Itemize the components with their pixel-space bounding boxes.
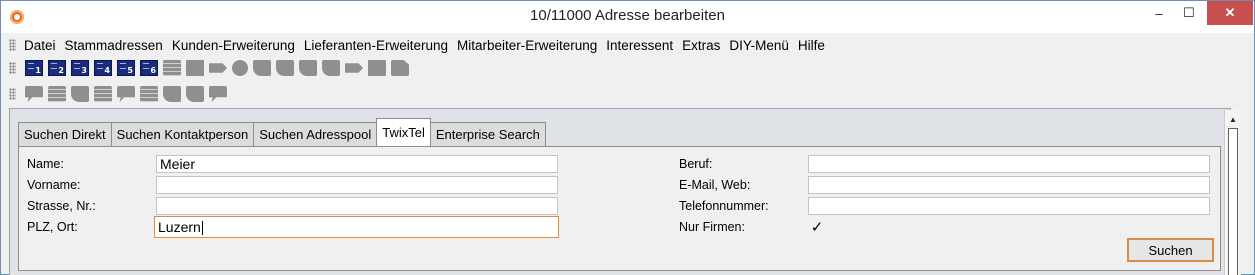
plz-ort-field[interactable]: Luzern [154,216,559,238]
telefonnummer-label: Telefonnummer: [679,199,769,213]
name-label: Name: [27,157,64,171]
bubble-icon[interactable] [117,86,135,102]
menu-lieferanten-erweiterung[interactable]: Lieferanten-Erweiterung [300,38,453,53]
toolbar-grip-icon[interactable] [9,88,16,100]
menu-interessent[interactable]: Interessent [602,38,678,53]
address-book-2-icon[interactable]: 2 [48,60,66,76]
search-tabs: Suchen Direkt Suchen Kontaktperson Suche… [18,118,546,146]
menu-kunden-erweiterung[interactable]: Kunden-Erweiterung [168,38,300,53]
search-button[interactable]: Suchen [1127,238,1214,262]
menu-bar: Datei Stammadressen Kunden-Erweiterung L… [9,34,830,56]
menu-diy-menu[interactable]: DIY-Menü [725,38,794,53]
app-window: 10/11000 Adresse bearbeiten – ☐ ✕ Datei … [0,0,1255,275]
text-caret [201,221,203,236]
export-icon[interactable] [345,63,363,73]
plz-ort-value: Luzern [158,219,201,235]
nur-firmen-label: Nur Firmen: [679,220,745,234]
tab-suchen-adresspool[interactable]: Suchen Adresspool [253,122,378,146]
printer-icon[interactable] [163,60,181,76]
tab-suchen-kontaktperson[interactable]: Suchen Kontaktperson [110,122,255,146]
plz-ort-label: PLZ, Ort: [27,220,78,234]
nur-firmen-checkbox[interactable]: ✓ [809,220,825,236]
maximize-button[interactable]: ☐ [1174,1,1204,25]
menubar-grip-icon[interactable] [9,39,16,51]
title-bar: 10/11000 Adresse bearbeiten – ☐ ✕ [1,1,1254,33]
tag-icon[interactable] [209,86,227,102]
menu-hilfe[interactable]: Hilfe [794,38,830,53]
telefonnummer-field[interactable] [808,197,1210,215]
list-icon[interactable] [140,86,158,102]
mail-icon[interactable] [232,60,248,76]
beruf-field[interactable] [808,155,1210,173]
envelope-icon[interactable] [186,60,204,76]
name-field[interactable]: Meier [156,155,558,173]
toolbar-grip-icon[interactable] [9,62,16,74]
list-icon[interactable] [48,86,66,102]
toolbar-primary: 1 2 3 4 5 6 [9,57,409,79]
window-title: 10/11000 Adresse bearbeiten [530,7,725,24]
address-book-3-icon[interactable]: 3 [71,60,89,76]
strasse-field[interactable] [156,197,558,215]
form-bottom-divider [18,270,1221,271]
bubble-icon[interactable] [25,86,43,102]
address-book-5-icon[interactable]: 5 [117,60,135,76]
card-icon[interactable] [209,63,227,73]
toolbar-secondary [9,83,227,105]
stack-icon[interactable] [163,86,181,102]
note-icon[interactable] [186,86,204,102]
attach-icon[interactable] [322,60,340,76]
tab-suchen-direkt[interactable]: Suchen Direkt [18,122,112,146]
menu-datei[interactable]: Datei [20,38,61,53]
close-button[interactable]: ✕ [1207,1,1253,25]
email-web-field[interactable] [808,176,1210,194]
address-book-6-icon[interactable]: 6 [140,60,158,76]
folder-icon[interactable] [94,86,112,102]
email-web-label: E-Mail, Web: [679,178,751,192]
address-book-4-icon[interactable]: 4 [94,60,112,76]
menu-stammadressen[interactable]: Stammadressen [61,38,168,53]
square-icon[interactable] [368,60,386,76]
copy-icon[interactable] [276,60,294,76]
stack-icon[interactable] [71,86,89,102]
tab-twixtel[interactable]: TwixTel [376,118,431,146]
document-icon[interactable] [391,60,409,76]
note-icon[interactable] [299,60,317,76]
vertical-scrollbar[interactable]: ▲ [1224,110,1241,275]
vorname-label: Vorname: [27,178,81,192]
menu-extras[interactable]: Extras [678,38,725,53]
vorname-field[interactable] [156,176,558,194]
scroll-thumb[interactable] [1228,128,1238,275]
pin-icon[interactable] [253,60,271,76]
tab-enterprise-search[interactable]: Enterprise Search [429,122,546,146]
scroll-up-icon[interactable]: ▲ [1225,112,1241,126]
strasse-label: Strasse, Nr.: [27,199,96,213]
address-book-1-icon[interactable]: 1 [25,60,43,76]
beruf-label: Beruf: [679,157,713,171]
menu-mitarbeiter-erweiterung[interactable]: Mitarbeiter-Erweiterung [453,38,602,53]
minimize-button[interactable]: – [1144,1,1174,25]
